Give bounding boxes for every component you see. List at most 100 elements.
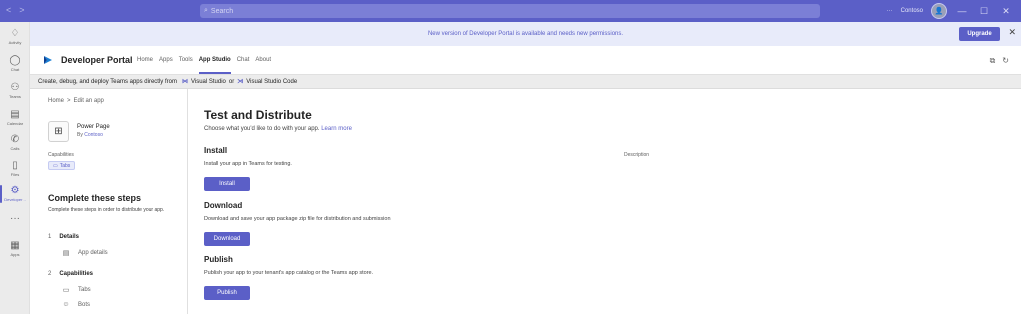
pop-out-icon[interactable]: ⧉	[990, 56, 996, 66]
steps-title: Complete these steps	[48, 193, 142, 203]
capabilities-label: Capabilities	[48, 152, 74, 158]
download-button[interactable]: Download	[204, 232, 250, 246]
visual-studio-icon: ⋈	[181, 79, 188, 85]
vscode-link[interactable]: Visual Studio Code	[246, 79, 297, 85]
document-icon: ▤	[62, 250, 70, 257]
apps-icon: ▦	[10, 240, 20, 251]
rail-item-developer[interactable]: ⚙ Developer ..	[0, 185, 30, 203]
main-content: Test and Distribute Choose what you'd li…	[188, 89, 1021, 314]
banner-message: New version of Developer Portal is avail…	[427, 31, 624, 37]
app-company: Contoso	[84, 132, 103, 138]
breadcrumb-separator-icon: >	[67, 98, 71, 104]
bot-icon: ☺	[62, 301, 70, 308]
search-placeholder: Search	[210, 7, 234, 15]
org-name: Contoso	[900, 8, 923, 14]
learn-more-link[interactable]: Learn more	[321, 126, 352, 132]
app-tabs: Home Apps Tools App Studio Chat About	[137, 57, 271, 74]
step-number: 1	[48, 234, 52, 240]
left-panel: Home > Edit an app ⊞ Power Page By Conto…	[30, 89, 188, 314]
upgrade-button[interactable]: Upgrade	[959, 27, 1000, 41]
nav-item-label: Tabs	[78, 287, 91, 293]
visual-studio-link[interactable]: Visual Studio	[191, 79, 226, 85]
phone-icon: ✆	[10, 134, 20, 145]
download-description: Download and save your app package zip f…	[204, 216, 391, 222]
tab-icon: ▭	[62, 287, 70, 294]
title-bar: < > ⌕ Search ··· Contoso 👤 — ☐ ✕	[0, 0, 1021, 22]
publish-title: Publish	[204, 255, 233, 264]
banner-close-icon[interactable]: ✕	[1008, 27, 1016, 38]
publish-description: Publish your app to your tenant's app ca…	[204, 270, 374, 276]
step-label: Capabilities	[59, 271, 94, 277]
breadcrumb-home[interactable]: Home	[48, 98, 64, 104]
tab-chat[interactable]: Chat	[237, 57, 250, 63]
app-developer: By Contoso	[77, 132, 103, 138]
rail-item-calls[interactable]: ✆ Calls	[0, 134, 30, 151]
close-window-button[interactable]: ✕	[999, 6, 1013, 17]
publish-button[interactable]: Publish	[204, 286, 250, 300]
install-title: Install	[204, 146, 228, 155]
rail-item-calendar[interactable]: ▤ Calendar	[0, 109, 30, 126]
capability-chip-label: Tabs	[59, 162, 71, 169]
rail-item-teams[interactable]: ⚇ Teams	[0, 82, 30, 99]
file-icon: ▯	[12, 160, 18, 171]
app-name: Power Page	[77, 124, 110, 130]
chat-icon: ◯	[9, 55, 21, 66]
vscode-icon: ⋊	[237, 79, 244, 85]
rail-item-activity[interactable]: ♢ Activity	[0, 28, 30, 45]
step-label: Details	[59, 234, 80, 240]
app-by-prefix: By	[77, 132, 83, 138]
avatar[interactable]: 👤	[931, 3, 947, 19]
more-options-icon[interactable]: ···	[887, 8, 893, 14]
install-description: Install your app in Teams for testing.	[204, 161, 292, 167]
tab-app-studio[interactable]: App Studio	[198, 57, 231, 74]
nav-item-app-details[interactable]: ▤ App details	[62, 249, 108, 257]
upgrade-banner: New version of Developer Portal is avail…	[30, 22, 1021, 46]
infobar-text: Create, debug, and deploy Teams apps dir…	[38, 78, 177, 85]
bell-icon: ♢	[10, 28, 20, 39]
search-icon: ⌕	[204, 7, 208, 14]
rail-item-apps[interactable]: ▦ Apps	[0, 240, 30, 257]
header-icons: ⧉ ↻	[990, 56, 1009, 66]
refresh-icon[interactable]: ↻	[1002, 56, 1009, 66]
breadcrumb-current: Edit an app	[73, 98, 104, 104]
steps-description: Complete these steps in order to distrib…	[48, 207, 165, 213]
install-button[interactable]: Install	[204, 177, 250, 191]
app-title: Developer Portal	[61, 55, 133, 65]
teams-icon: ⚇	[10, 82, 20, 93]
tab-about[interactable]: About	[255, 57, 271, 63]
step-number: 2	[48, 271, 52, 277]
forward-arrow-icon[interactable]: >	[19, 5, 24, 15]
page-subtitle: Choose what you'd like to do with your a…	[204, 126, 352, 132]
breadcrumb: Home > Edit an app	[48, 98, 104, 104]
maximize-button[interactable]: ☐	[977, 6, 991, 17]
rail-item-chat[interactable]: ◯ Chat	[0, 55, 30, 72]
search-input[interactable]: ⌕ Search	[200, 4, 820, 18]
nav-item-label: Bots	[78, 301, 91, 308]
nav-item-tabs[interactable]: ▭ Tabs	[62, 286, 91, 294]
nav-arrows: < >	[6, 5, 25, 15]
capability-chip-tabs: ▭ Tabs	[48, 161, 76, 170]
tab-icon: ▭	[53, 162, 58, 169]
developer-portal-logo-icon	[44, 56, 52, 64]
info-bar: Create, debug, and deploy Teams apps dir…	[30, 75, 1021, 89]
tab-tools[interactable]: Tools	[179, 57, 193, 63]
tab-home[interactable]: Home	[137, 57, 153, 63]
nav-item-label: App details	[78, 250, 108, 256]
tab-apps[interactable]: Apps	[159, 57, 173, 63]
description-label: Description	[624, 152, 650, 158]
developer-icon: ⚙	[10, 185, 20, 196]
more-icon: ···	[10, 213, 20, 224]
app-rail: ♢ Activity ◯ Chat ⚇ Teams ▤ Calendar ✆ C…	[0, 22, 30, 314]
app-header: Developer Portal Home Apps Tools App Stu…	[30, 46, 1021, 75]
rail-item-more[interactable]: ···	[0, 213, 30, 224]
nav-item-bots[interactable]: ☺ Bots	[62, 301, 90, 308]
calendar-icon: ▤	[10, 109, 20, 120]
step-capabilities: 2 Capabilities	[48, 271, 93, 277]
page-title: Test and Distribute	[204, 108, 312, 122]
minimize-button[interactable]: —	[955, 6, 969, 16]
download-title: Download	[204, 201, 243, 210]
back-arrow-icon[interactable]: <	[6, 5, 11, 15]
infobar-or: or	[228, 78, 235, 85]
rail-item-files[interactable]: ▯ Files	[0, 160, 30, 177]
step-details: 1 Details	[48, 234, 79, 240]
